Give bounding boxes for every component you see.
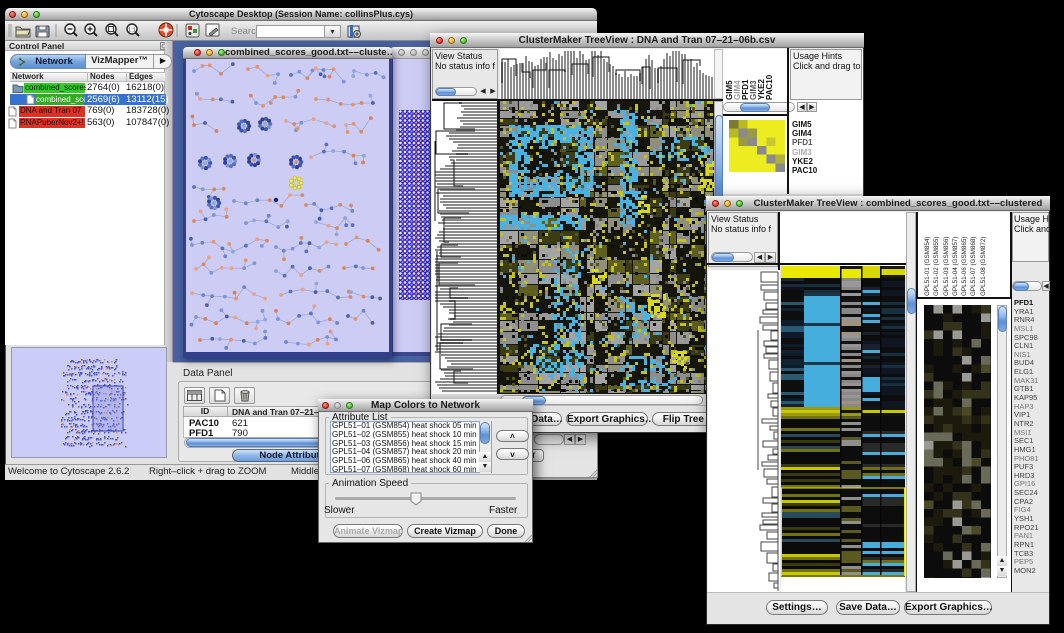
svg-text:GPL51-01 (GSM854): GPL51-01 (GSM854) xyxy=(924,237,931,297)
svg-text:1:1: 1:1 xyxy=(128,28,136,34)
svg-text:GPL51-06 (GSM865): GPL51-06 (GSM865) xyxy=(961,237,968,297)
svg-text:GPL51-04 (GSM857): GPL51-04 (GSM857) xyxy=(952,237,959,297)
svg-text:GPL51-03 (GSM856): GPL51-03 (GSM856) xyxy=(943,237,950,297)
svg-text:GPL51-08 (GSM872): GPL51-08 (GSM872) xyxy=(980,237,987,297)
svg-text:GPL51-02 (GSM855): GPL51-02 (GSM855) xyxy=(933,237,940,297)
svg-text:GPL51-07 (GSM868): GPL51-07 (GSM868) xyxy=(970,237,977,297)
